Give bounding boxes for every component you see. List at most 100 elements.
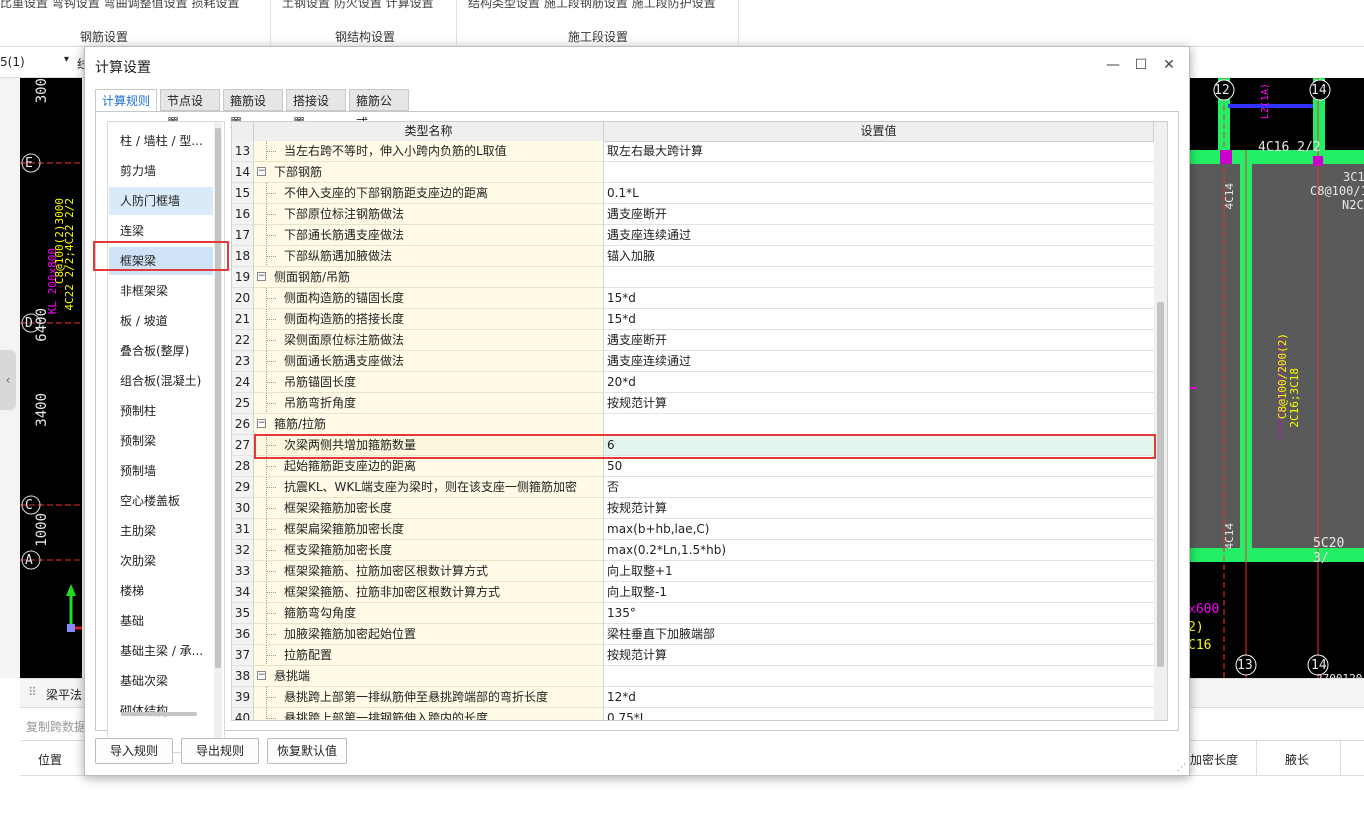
category-item[interactable]: 空心楼盖板 <box>109 487 213 515</box>
table-row[interactable]: 21 侧面构造筋的搭接长度 15*d <box>232 309 1154 330</box>
category-item[interactable]: 楼梯 <box>109 577 213 605</box>
setting-value-cell[interactable]: 遇支座断开 <box>604 330 1154 351</box>
category-item[interactable]: 砌体结构 <box>109 697 213 725</box>
category-item[interactable]: 柱 / 墙柱 / 型... <box>109 127 213 155</box>
table-row[interactable]: 15 不伸入支座的下部钢筋距支座边的距离 0.1*L <box>232 183 1154 204</box>
collapse-left-icon[interactable]: ‹ <box>0 350 16 410</box>
category-item[interactable]: 基础 <box>109 607 213 635</box>
table-row[interactable]: 29 抗震KL、WKL端支座为梁时，则在该支座一侧箍筋加密 否 <box>232 477 1154 498</box>
collapse-icon[interactable]: − <box>257 167 266 176</box>
category-item[interactable]: 剪力墙 <box>109 157 213 185</box>
category-item[interactable]: 主肋梁 <box>109 517 213 545</box>
setting-value-cell[interactable]: 0.75*L <box>604 708 1154 720</box>
setting-value-cell[interactable]: 按规范计算 <box>604 498 1154 519</box>
drag-handle-icon[interactable]: ⠿ <box>28 685 37 699</box>
category-scroll-thumb[interactable] <box>215 128 221 668</box>
export-rules-button[interactable]: 导出规则 <box>181 738 259 764</box>
table-row[interactable]: 13 当左右跨不等时，伸入小跨内负筋的L取值 取左右最大跨计算 <box>232 141 1154 162</box>
chevron-down-icon[interactable]: ▾ <box>64 54 69 65</box>
table-row[interactable]: 30 框架梁箍筋加密长度 按规范计算 <box>232 498 1154 519</box>
import-rules-button[interactable]: 导入规则 <box>95 738 173 764</box>
category-item[interactable]: 组合板(混凝土) <box>109 367 213 395</box>
cad-viewport-right[interactable]: 12 14 13 14 4C16 2/2 4C14 3C1 C8@100/15 … <box>1188 78 1364 678</box>
category-item[interactable]: 预制墙 <box>109 457 213 485</box>
category-item[interactable]: 连梁 <box>109 217 213 245</box>
table-row[interactable]: 16 下部原位标注钢筋做法 遇支座断开 <box>232 204 1154 225</box>
setting-value-cell[interactable]: 15*d <box>604 288 1154 309</box>
setting-value-cell[interactable]: 按规范计算 <box>604 645 1154 666</box>
setting-value-cell[interactable]: 135° <box>604 603 1154 624</box>
category-item[interactable]: 板 / 坡道 <box>109 307 213 335</box>
table-row[interactable]: 14− 下部钢筋 <box>232 162 1154 183</box>
table-row[interactable]: 19− 侧面钢筋/吊筋 <box>232 267 1154 288</box>
table-row[interactable]: 22 梁侧面原位标注筋做法 遇支座断开 <box>232 330 1154 351</box>
table-row[interactable]: 37 拉筋配置 按规范计算 <box>232 645 1154 666</box>
table-row[interactable]: 23 侧面通长筋遇支座做法 遇支座连续通过 <box>232 351 1154 372</box>
setting-value-cell[interactable]: 向上取整+1 <box>604 561 1154 582</box>
table-row[interactable]: 25 吊筋弯折角度 按规范计算 <box>232 393 1154 414</box>
tab-stirrup-formula[interactable]: 箍筋公式 <box>349 89 409 130</box>
setting-value-cell[interactable]: 遇支座连续通过 <box>604 351 1154 372</box>
table-row[interactable]: 31 框架扁梁箍筋加密长度 max(b+hb,lae,C) <box>232 519 1154 540</box>
table-row[interactable]: 18 下部纵筋遇加腋做法 锚入加腋 <box>232 246 1154 267</box>
setting-value-cell[interactable]: 向上取整-1 <box>604 582 1154 603</box>
setting-value-cell[interactable]: 遇支座连续通过 <box>604 225 1154 246</box>
setting-value-cell[interactable]: 6 <box>604 435 1154 456</box>
category-scrollbar[interactable] <box>214 122 222 752</box>
category-item[interactable]: 人防门框墙 <box>109 187 213 215</box>
setting-value-cell[interactable]: 遇支座断开 <box>604 204 1154 225</box>
setting-value-cell[interactable]: 按规范计算 <box>604 393 1154 414</box>
resize-grip-icon[interactable]: ⋰ <box>1177 763 1187 773</box>
collapse-icon[interactable]: − <box>257 671 266 680</box>
table-row[interactable]: 28 起始箍筋距支座边的距离 50 <box>232 456 1154 477</box>
ribbon-cut-text-2[interactable]: 土钢设置 防火设置 计算设置 <box>282 0 434 11</box>
category-item[interactable]: 预制梁 <box>109 427 213 455</box>
setting-value-cell[interactable]: 锚入加腋 <box>604 246 1154 267</box>
setting-value-cell[interactable]: 梁柱垂直下加腋端部 <box>604 624 1154 645</box>
grid-scrollbar[interactable] <box>1154 122 1167 720</box>
cad-viewport-left[interactable]: E D C A 300 6400 3400 1000 KL 200x800 C8… <box>20 78 82 678</box>
restore-defaults-button[interactable]: 恢复默认值 <box>267 738 347 764</box>
setting-value-cell[interactable]: 50 <box>604 456 1154 477</box>
maximize-icon[interactable]: ☐ <box>1131 55 1151 75</box>
table-row[interactable]: 32 框支梁箍筋加密长度 max(0.2*Ln,1.5*hb) <box>232 540 1154 561</box>
category-item[interactable]: 非框架梁 <box>109 277 213 305</box>
category-item[interactable]: 次肋梁 <box>109 547 213 575</box>
tab-lap-settings[interactable]: 搭接设置 <box>286 89 346 130</box>
category-item[interactable]: 基础次梁 <box>109 667 213 695</box>
panel-title[interactable]: 梁平法 <box>46 686 82 703</box>
copy-span-data-button[interactable]: 复制跨数据 <box>26 718 86 735</box>
category-item[interactable]: 基础主梁 / 承... <box>109 637 213 665</box>
collapse-icon[interactable]: − <box>257 272 266 281</box>
table-row[interactable]: 27 次梁两侧共增加箍筋数量 6 <box>232 435 1154 456</box>
table-row[interactable]: 36 加腋梁箍筋加密起始位置 梁柱垂直下加腋端部 <box>232 624 1154 645</box>
table-row[interactable]: 38− 悬挑端 <box>232 666 1154 687</box>
setting-value-cell[interactable]: max(0.2*Ln,1.5*hb) <box>604 540 1154 561</box>
table-row[interactable]: 17 下部通长筋遇支座做法 遇支座连续通过 <box>232 225 1154 246</box>
floor-select[interactable]: 5(1) <box>0 55 25 69</box>
tab-node-settings[interactable]: 节点设置 <box>160 89 220 130</box>
tab-stirrup-settings[interactable]: 箍筋设置 <box>223 89 283 130</box>
category-item[interactable]: 预制柱 <box>109 397 213 425</box>
setting-value-cell[interactable]: max(b+hb,lae,C) <box>604 519 1154 540</box>
setting-value-cell[interactable]: 取左右最大跨计算 <box>604 141 1154 162</box>
collapse-icon[interactable]: − <box>257 419 266 428</box>
setting-value-cell[interactable]: 12*d <box>604 687 1154 708</box>
table-row[interactable]: 39 悬挑跨上部第一排纵筋伸至悬挑跨端部的弯折长度 12*d <box>232 687 1154 708</box>
table-row[interactable]: 24 吊筋锚固长度 20*d <box>232 372 1154 393</box>
table-row[interactable]: 33 框架梁箍筋、拉筋加密区根数计算方式 向上取整+1 <box>232 561 1154 582</box>
category-item[interactable]: 框架梁 <box>109 247 213 275</box>
table-row[interactable]: 40 悬挑跨上部第一排钢筋伸入跨内的长度 0.75*L <box>232 708 1154 720</box>
close-icon[interactable]: ✕ <box>1159 55 1179 75</box>
setting-value-cell[interactable]: 15*d <box>604 309 1154 330</box>
minimize-icon[interactable]: — <box>1103 55 1123 75</box>
ribbon-cut-text-3[interactable]: 结构类型设置 施工段钢筋设置 施工段防护设置 <box>468 0 716 11</box>
table-row[interactable]: 20 侧面构造筋的锚固长度 15*d <box>232 288 1154 309</box>
table-row[interactable]: 26− 箍筋/拉筋 <box>232 414 1154 435</box>
category-item[interactable]: 叠合板(整厚) <box>109 337 213 365</box>
setting-value-cell[interactable]: 否 <box>604 477 1154 498</box>
ribbon-cut-text-1[interactable]: 比重设置 弯钩设置 弯曲调整值设置 损耗设置 <box>0 0 239 11</box>
table-row[interactable]: 35 箍筋弯勾角度 135° <box>232 603 1154 624</box>
tab-calc-rules[interactable]: 计算规则 <box>95 89 157 112</box>
setting-value-cell[interactable]: 20*d <box>604 372 1154 393</box>
